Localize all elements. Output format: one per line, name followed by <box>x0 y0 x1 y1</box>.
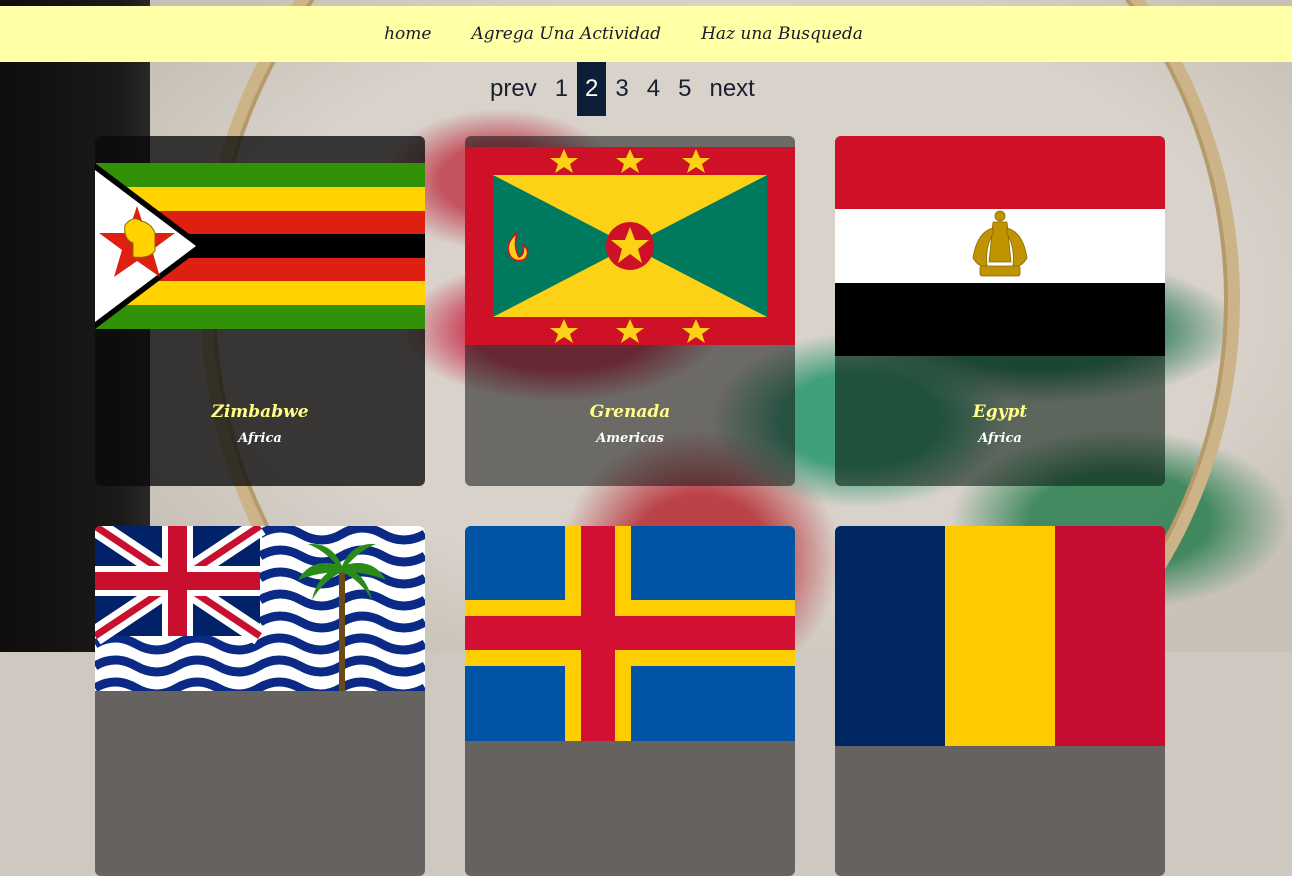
pagination-page-3[interactable]: 3 <box>606 62 637 116</box>
country-name: Egypt <box>972 402 1028 422</box>
country-region: Africa <box>238 431 282 446</box>
country-card-zimbabwe[interactable]: Zimbabwe Africa <box>95 136 425 486</box>
nav-link-home[interactable]: home <box>384 24 431 44</box>
country-card-grenada[interactable]: Grenada Americas <box>465 136 795 486</box>
pagination-page-1[interactable]: 1 <box>546 62 577 116</box>
country-name: Grenada <box>589 402 671 422</box>
aland-islands-flag <box>465 526 795 741</box>
pagination-page-5[interactable]: 5 <box>669 62 700 116</box>
pagination-page-4[interactable]: 4 <box>638 62 669 116</box>
country-card-aland[interactable] <box>465 526 795 876</box>
nav-link-add-activity[interactable]: Agrega Una Actividad <box>471 24 661 44</box>
pagination-next[interactable]: next <box>700 62 763 116</box>
zimbabwe-flag <box>95 163 425 329</box>
country-region: Africa <box>978 431 1022 446</box>
egypt-flag <box>835 136 1165 356</box>
country-region: Americas <box>596 431 664 446</box>
grenada-flag <box>465 147 795 345</box>
pagination-page-2-current[interactable]: 2 <box>577 62 607 116</box>
country-card-egypt[interactable]: Egypt Africa <box>835 136 1165 486</box>
navbar: home Agrega Una Actividad Haz una Busque… <box>0 6 1292 62</box>
country-card-biot[interactable] <box>95 526 425 876</box>
british-indian-ocean-territory-flag <box>95 526 425 691</box>
country-card-chad[interactable] <box>835 526 1165 876</box>
country-name: Zimbabwe <box>211 402 309 422</box>
chad-flag <box>835 526 1165 746</box>
nav-link-search[interactable]: Haz una Busqueda <box>701 24 863 44</box>
pagination: prev 1 2 3 4 5 next <box>481 62 764 116</box>
pagination-prev[interactable]: prev <box>481 62 546 116</box>
